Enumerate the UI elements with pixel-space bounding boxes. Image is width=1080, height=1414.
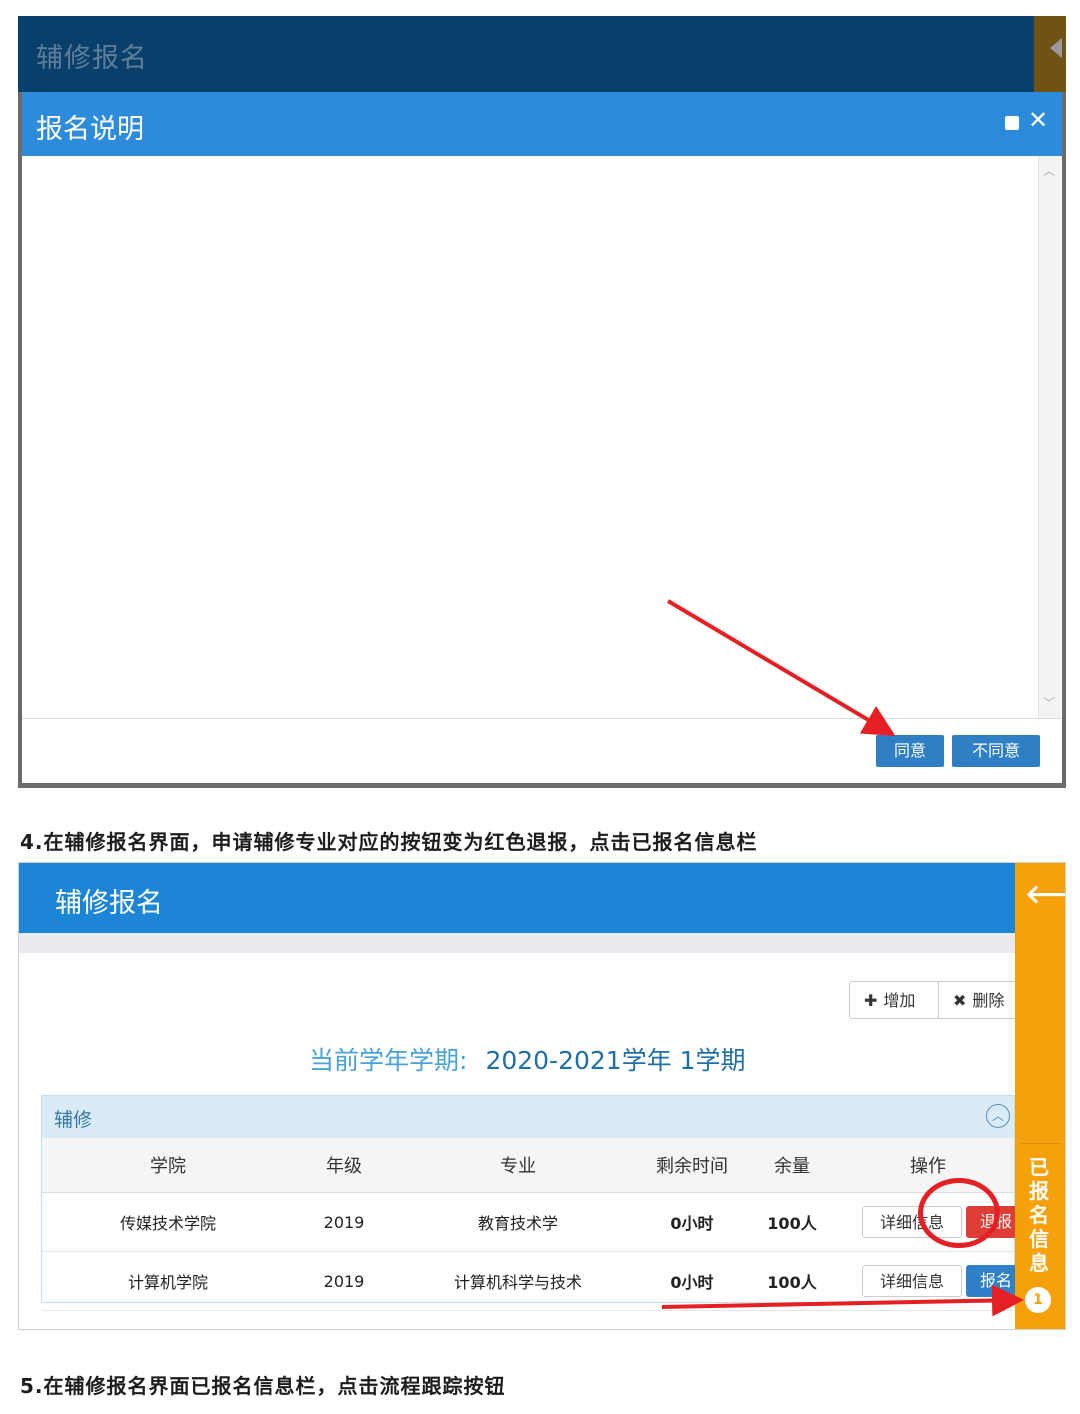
dialog-content — [22, 156, 1038, 718]
detail-button[interactable]: 详细信息 — [862, 1265, 962, 1297]
table-header-row: 学院 年级 专业 剩余时间 余量 操作 — [42, 1138, 1014, 1193]
page-title: 辅修报名 — [36, 43, 148, 74]
table-row: 传媒技术学院 2019 教育技术学 0小时 100人 详细信息 退报 — [42, 1192, 1026, 1252]
minor-panel: 辅修 ︿ 学院 年级 专业 剩余时间 余量 操作 传媒技术学院 2019 教育技… — [41, 1095, 1026, 1311]
term-label: 当前学年学期: — [309, 1046, 468, 1075]
agree-button[interactable]: 同意 — [876, 735, 944, 767]
remaining-time-cell: 0小时 — [642, 1192, 742, 1252]
column-header: 剩余时间 — [642, 1138, 742, 1193]
table-row: 计算机学院 2019 计算机科学与技术 0小时 100人 详细信息 报名 — [42, 1251, 1026, 1311]
side-panel-collapsed[interactable] — [1034, 16, 1066, 92]
actions-cell: 详细信息 报名 — [842, 1251, 1026, 1311]
arrow-left-icon[interactable]: 🡐 — [1025, 879, 1065, 910]
disagree-button[interactable]: 不同意 — [952, 735, 1040, 767]
add-button-label: 增加 — [883, 991, 916, 1010]
chevron-up-icon[interactable]: ︿ — [1043, 162, 1055, 179]
header-divider — [19, 933, 1015, 953]
collapse-icon[interactable]: ︿ — [986, 1104, 1010, 1128]
enrolled-info-panel[interactable]: 🡐 已报名信息 1 — [1015, 863, 1065, 1329]
column-header: 学院 — [42, 1138, 294, 1193]
delete-button-label: 删除 — [972, 991, 1005, 1010]
dialog-scrollbar[interactable]: ︿ ﹀ — [1038, 156, 1061, 718]
step-5-caption: 5.在辅修报名界面已报名信息栏，点击流程跟踪按钮 — [20, 1374, 506, 1398]
dialog-title: 报名说明 — [36, 114, 144, 145]
side-panel-divider — [1021, 1143, 1061, 1144]
arrow-left-icon — [1050, 38, 1062, 58]
screenshot-enrollment-dialog: 辅修报名 报名说明 ✕ ︿ ﹀ 同意 不同意 — [18, 16, 1066, 788]
close-icon: ✖ — [953, 991, 967, 1010]
column-header: 余量 — [742, 1138, 842, 1193]
plus-icon: ✚ — [864, 991, 878, 1010]
grade-cell: 2019 — [294, 1192, 394, 1252]
highlight-circle — [918, 1178, 1000, 1248]
dialog-header: 报名说明 ✕ — [22, 92, 1062, 156]
major-cell: 教育技术学 — [394, 1192, 642, 1252]
step-4-caption: 4.在辅修报名界面，申请辅修专业对应的按钮变为红色退报，点击已报名信息栏 — [20, 830, 758, 854]
panel-header: 辅修 ︿ — [42, 1096, 1014, 1138]
chevron-down-icon[interactable]: ﹀ — [1043, 694, 1055, 711]
column-header: 专业 — [394, 1138, 642, 1193]
column-header: 年级 — [294, 1138, 394, 1193]
quota-cell: 100人 — [742, 1251, 842, 1311]
page-title: 辅修报名 — [55, 888, 163, 919]
quota-cell: 100人 — [742, 1192, 842, 1252]
app-header: 辅修报名 — [19, 863, 1015, 933]
app-header: 辅修报名 — [18, 16, 1066, 92]
enrolled-count-badge: 1 — [1025, 1287, 1051, 1313]
minor-table: 学院 年级 专业 剩余时间 余量 操作 传媒技术学院 2019 教育技术学 0小… — [42, 1138, 1026, 1311]
screenshot-enrollment-page: 辅修报名 ✚ 增加 ✖ 删除 当前学年学期: 2020-2021学年 1学期 辅修 ︿… — [18, 862, 1066, 1330]
college-cell: 计算机学院 — [42, 1251, 294, 1311]
delete-button[interactable]: ✖ 删除 — [938, 981, 1018, 1019]
major-cell: 计算机科学与技术 — [394, 1251, 642, 1311]
college-cell: 传媒技术学院 — [42, 1192, 294, 1252]
enrollment-notice-dialog: 报名说明 ✕ ︿ ﹀ 同意 不同意 — [22, 92, 1062, 783]
add-button[interactable]: ✚ 增加 — [849, 981, 939, 1019]
term-value: 2020-2021学年 1学期 — [485, 1046, 746, 1075]
grade-cell: 2019 — [294, 1251, 394, 1311]
dialog-footer: 同意 不同意 — [22, 718, 1062, 783]
panel-title: 辅修 — [54, 1109, 93, 1131]
column-header: 操作 — [842, 1138, 1014, 1193]
enrolled-info-label[interactable]: 已报名信息 — [1029, 1155, 1053, 1275]
current-term: 当前学年学期: 2020-2021学年 1学期 — [309, 1041, 746, 1077]
remaining-time-cell: 0小时 — [642, 1251, 742, 1311]
close-icon[interactable]: ✕ — [1028, 106, 1048, 134]
maximize-icon[interactable] — [1005, 116, 1019, 130]
